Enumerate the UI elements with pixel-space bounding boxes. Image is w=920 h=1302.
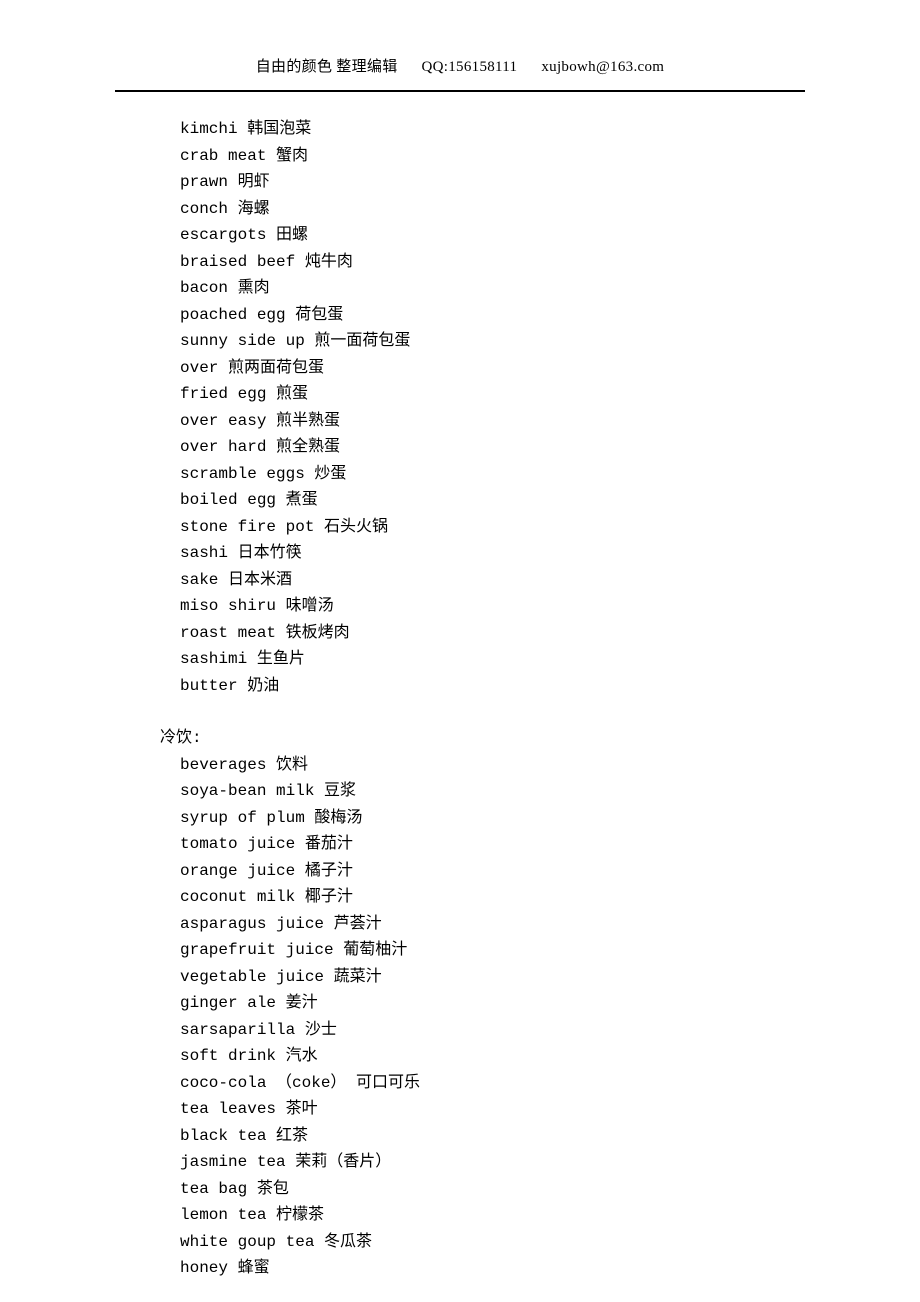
document-body: kimchi 韩国泡菜crab meat 蟹肉prawn 明虾conch 海螺e… (0, 92, 920, 1282)
list-item: sunny side up 煎一面荷包蛋 (180, 328, 920, 355)
list-item: lemon tea 柠檬茶 (180, 1202, 920, 1229)
list-item: asparagus juice 芦荟汁 (180, 911, 920, 938)
list-item: over 煎两面荷包蛋 (180, 355, 920, 382)
list-item: honey 蜂蜜 (180, 1255, 920, 1282)
header-qq: QQ:156158111 (422, 59, 518, 76)
list-item: prawn 明虾 (180, 169, 920, 196)
list-item: poached egg 荷包蛋 (180, 302, 920, 329)
list-item: sarsaparilla 沙士 (180, 1017, 920, 1044)
list-item: over hard 煎全熟蛋 (180, 434, 920, 461)
drinks-vocab-list: beverages 饮料soya-bean milk 豆浆syrup of pl… (180, 752, 920, 1282)
section-title-drinks: 冷饮: (160, 725, 920, 752)
header-email: xujbowh@163.com (541, 59, 664, 76)
list-item: bacon 熏肉 (180, 275, 920, 302)
header-credit: 自由的颜色 整理编辑 (256, 55, 398, 76)
list-item: escargots 田螺 (180, 222, 920, 249)
list-item: stone fire pot 石头火锅 (180, 514, 920, 541)
list-item: jasmine tea 茉莉（香片） (180, 1149, 920, 1176)
list-item: soya-bean milk 豆浆 (180, 778, 920, 805)
list-item: coconut milk 椰子汁 (180, 884, 920, 911)
list-item: boiled egg 煮蛋 (180, 487, 920, 514)
list-item: tea bag 茶包 (180, 1176, 920, 1203)
list-item: braised beef 炖牛肉 (180, 249, 920, 276)
list-item: conch 海螺 (180, 196, 920, 223)
food-vocab-list: kimchi 韩国泡菜crab meat 蟹肉prawn 明虾conch 海螺e… (180, 116, 920, 699)
page-header: 自由的颜色 整理编辑 QQ:156158111 xujbowh@163.com (0, 0, 920, 76)
list-item: sashi 日本竹筷 (180, 540, 920, 567)
list-item: tomato juice 番茄汁 (180, 831, 920, 858)
list-item: scramble eggs 炒蛋 (180, 461, 920, 488)
list-item: vegetable juice 蔬菜汁 (180, 964, 920, 991)
list-item: grapefruit juice 葡萄柚汁 (180, 937, 920, 964)
list-item: kimchi 韩国泡菜 (180, 116, 920, 143)
list-item: sashimi 生鱼片 (180, 646, 920, 673)
list-item: tea leaves 茶叶 (180, 1096, 920, 1123)
list-item: roast meat 铁板烤肉 (180, 620, 920, 647)
list-item: ginger ale 姜汁 (180, 990, 920, 1017)
list-item: beverages 饮料 (180, 752, 920, 779)
list-item: orange juice 橘子汁 (180, 858, 920, 885)
list-item: sake 日本米酒 (180, 567, 920, 594)
list-item: fried egg 煎蛋 (180, 381, 920, 408)
list-item: white goup tea 冬瓜茶 (180, 1229, 920, 1256)
list-item: black tea 红茶 (180, 1123, 920, 1150)
list-item: crab meat 蟹肉 (180, 143, 920, 170)
list-item: soft drink 汽水 (180, 1043, 920, 1070)
list-item: over easy 煎半熟蛋 (180, 408, 920, 435)
list-item: miso shiru 味噌汤 (180, 593, 920, 620)
list-item: butter 奶油 (180, 673, 920, 700)
list-item: coco-cola （coke） 可口可乐 (180, 1070, 920, 1097)
list-item: syrup of plum 酸梅汤 (180, 805, 920, 832)
